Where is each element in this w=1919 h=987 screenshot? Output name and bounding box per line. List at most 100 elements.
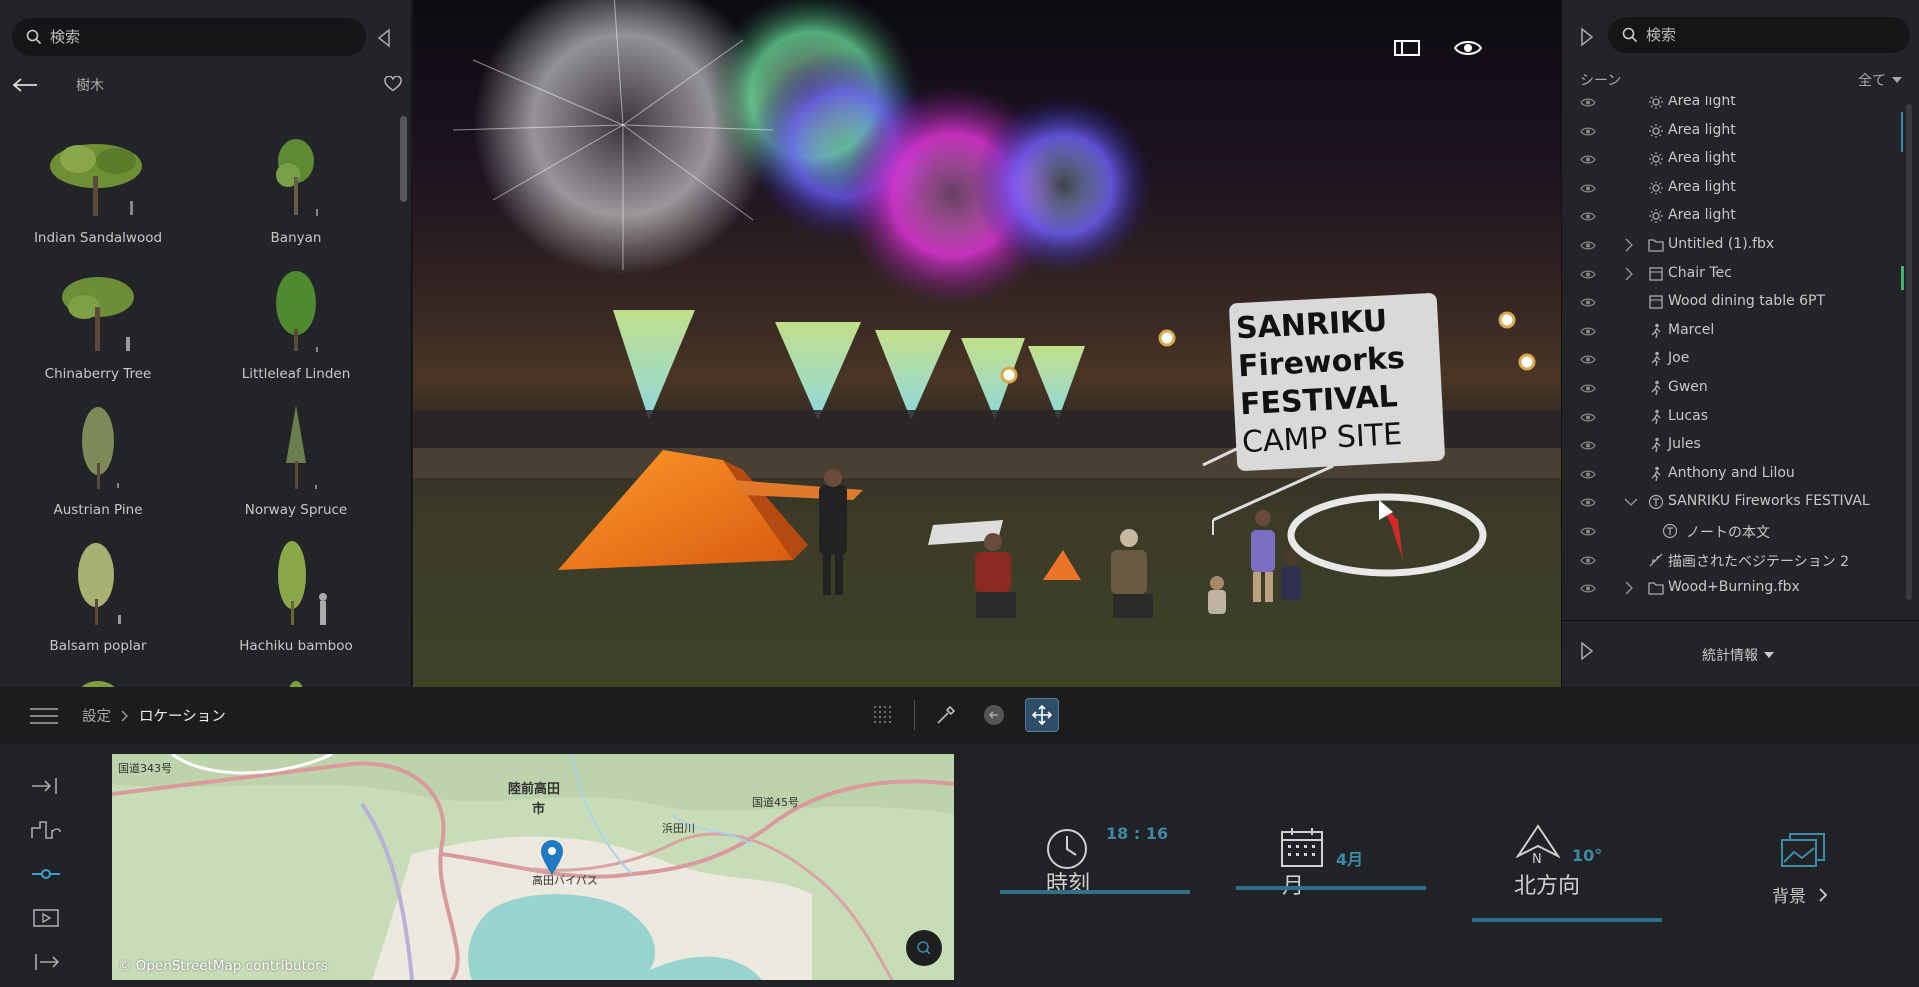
toolbar-divider — [914, 700, 915, 730]
filter-dropdown[interactable]: 全て — [1858, 70, 1902, 90]
north-slider[interactable] — [1472, 918, 1662, 922]
visibility-eye-icon[interactable] — [1580, 296, 1596, 312]
scene-tree-row[interactable]: ノートの本文 — [1562, 517, 1910, 545]
scene-tree-row[interactable]: Gwen — [1562, 374, 1910, 402]
background-button[interactable]: 背景 — [1772, 882, 1828, 907]
import-icon — [32, 778, 57, 794]
visibility-eye-icon[interactable] — [1580, 496, 1596, 512]
scene-tree-row[interactable]: Jules — [1562, 431, 1910, 459]
scene-tree-row[interactable]: SANRIKU Fireworks FESTIVAL — [1562, 488, 1910, 516]
visibility-eye-icon[interactable] — [1580, 411, 1596, 427]
expand-arrow-icon[interactable] — [1624, 267, 1634, 285]
back-button[interactable] — [12, 73, 42, 97]
grid-tool-button[interactable] — [866, 698, 900, 732]
scene-tree-label: Anthony and Lilou — [1668, 464, 1795, 481]
collapse-panel-icon[interactable] — [376, 28, 392, 48]
expand-arrow-icon[interactable] — [1624, 238, 1634, 256]
scene-tree-row[interactable]: Anthony and Lilou — [1562, 460, 1910, 488]
scene-tree-row[interactable]: Chair Tec — [1562, 260, 1910, 288]
visibility-eye-icon[interactable] — [1580, 210, 1596, 226]
scene-tree-row[interactable]: Marcel — [1562, 317, 1910, 345]
back-step-button[interactable] — [977, 698, 1011, 732]
expand-arrow-icon[interactable] — [1624, 581, 1634, 599]
location-pin-icon[interactable] — [540, 840, 564, 876]
export-nav-item[interactable] — [26, 940, 66, 984]
asset-search-box[interactable] — [12, 18, 366, 56]
visibility-eye-icon[interactable] — [1580, 325, 1596, 341]
scene-search-input[interactable] — [1646, 26, 1886, 44]
arrow-left-circle-icon — [984, 705, 1004, 725]
collapse-arrow-icon[interactable] — [1624, 495, 1638, 511]
asset-tile[interactable]: Banyan — [198, 126, 394, 258]
scene-tree-row[interactable]: 描画されたベジテーション 2 — [1562, 546, 1910, 574]
scene-tree-row[interactable]: Lucas — [1562, 403, 1910, 431]
eye-icon[interactable] — [1453, 38, 1483, 58]
move-tool-button[interactable] — [1025, 698, 1059, 732]
asset-tile[interactable] — [0, 670, 196, 687]
scene-tree-row[interactable]: Area light — [1562, 174, 1910, 202]
visibility-eye-icon[interactable] — [1580, 153, 1596, 169]
location-nav-item[interactable] — [26, 852, 66, 896]
terrain-nav-item[interactable] — [26, 808, 66, 852]
app: 樹木 Indian Sandalwood Banyan Chinaberry T… — [0, 0, 1919, 987]
scene-tree-row[interactable]: Wood+Burning.fbx — [1562, 574, 1910, 602]
map-zoom-button[interactable] — [906, 930, 942, 966]
asset-tile[interactable]: Indian Sandalwood — [0, 126, 196, 258]
asset-tile[interactable]: Chinaberry Tree — [0, 262, 196, 394]
heart-icon[interactable] — [384, 76, 402, 92]
asset-search-input[interactable] — [50, 28, 330, 46]
location-map[interactable]: 陸前高田 市 高田バイパス 国道343号 国道45号 浜田川 © OpenStr… — [112, 754, 954, 980]
scene-tree-row[interactable]: Area light — [1562, 202, 1910, 230]
visibility-eye-icon[interactable] — [1580, 582, 1596, 598]
visibility-eye-icon[interactable] — [1580, 382, 1596, 398]
visibility-eye-icon[interactable] — [1580, 525, 1596, 541]
scene-scrollbar[interactable] — [1906, 104, 1912, 600]
stats-dropdown[interactable]: 統計情報 — [1702, 645, 1774, 665]
media-nav-item[interactable] — [26, 896, 66, 940]
3d-viewport[interactable]: SANRIKU Fireworks FESTIVAL CAMP SITE — [413, 0, 1561, 687]
scene-tree-label: Area light — [1668, 96, 1736, 109]
category-header: 樹木 — [12, 70, 402, 100]
visibility-eye-icon[interactable] — [1580, 268, 1596, 284]
asset-tile[interactable]: Norway Spruce — [198, 398, 394, 530]
light-icon — [1648, 96, 1664, 114]
panel-layout-icon[interactable] — [1393, 38, 1421, 58]
scene-tree-row[interactable]: Area light — [1562, 117, 1910, 145]
scene-tree-row[interactable]: Untitled (1).fbx — [1562, 231, 1910, 259]
time-slider[interactable] — [1000, 890, 1190, 894]
visibility-eye-icon[interactable] — [1580, 554, 1596, 570]
asset-tile[interactable]: Austrian Pine — [0, 398, 196, 530]
visibility-eye-icon[interactable] — [1580, 353, 1596, 369]
scene-tree-label: Gwen — [1668, 379, 1708, 395]
visibility-eye-icon[interactable] — [1580, 468, 1596, 484]
visibility-eye-icon[interactable] — [1580, 239, 1596, 255]
month-slider[interactable] — [1236, 886, 1426, 890]
scene-tree-label: Joe — [1668, 350, 1690, 367]
breadcrumb-root[interactable]: 設定 — [82, 705, 111, 726]
month-label: 月 — [1282, 868, 1304, 900]
scene-tree-row[interactable]: Joe — [1562, 345, 1910, 373]
asset-tile[interactable]: Hachiku bamboo — [198, 534, 394, 666]
expand-stats-icon[interactable] — [1580, 641, 1594, 661]
asset-tile[interactable]: Balsam poplar — [0, 534, 196, 666]
visibility-eye-icon[interactable] — [1580, 96, 1596, 112]
asset-tile[interactable]: Littleleaf Linden — [198, 262, 394, 394]
north-direction-control[interactable]: N 10° 北方向 — [1472, 824, 1664, 924]
scene-search-box[interactable] — [1608, 17, 1910, 53]
month-control[interactable]: 4月 月 — [1236, 824, 1428, 904]
visibility-eye-icon[interactable] — [1580, 182, 1596, 198]
asset-scrollbar[interactable] — [400, 116, 407, 202]
scene-tree-row[interactable]: Wood dining table 6PT — [1562, 288, 1910, 316]
visibility-eye-icon[interactable] — [1580, 439, 1596, 455]
scene-tree-row[interactable]: Area light — [1562, 96, 1910, 116]
import-nav-item[interactable] — [26, 764, 66, 808]
expand-panel-icon[interactable] — [1580, 27, 1594, 47]
person-icon — [1648, 380, 1664, 400]
time-control[interactable]: 18 : 16 時刻 — [1000, 824, 1192, 904]
eyedropper-button[interactable] — [929, 698, 963, 732]
menu-icon[interactable] — [30, 707, 58, 725]
light-icon — [1648, 208, 1664, 228]
scene-tree-row[interactable]: Area light — [1562, 145, 1910, 173]
asset-tile[interactable] — [198, 670, 394, 687]
visibility-eye-icon[interactable] — [1580, 125, 1596, 141]
